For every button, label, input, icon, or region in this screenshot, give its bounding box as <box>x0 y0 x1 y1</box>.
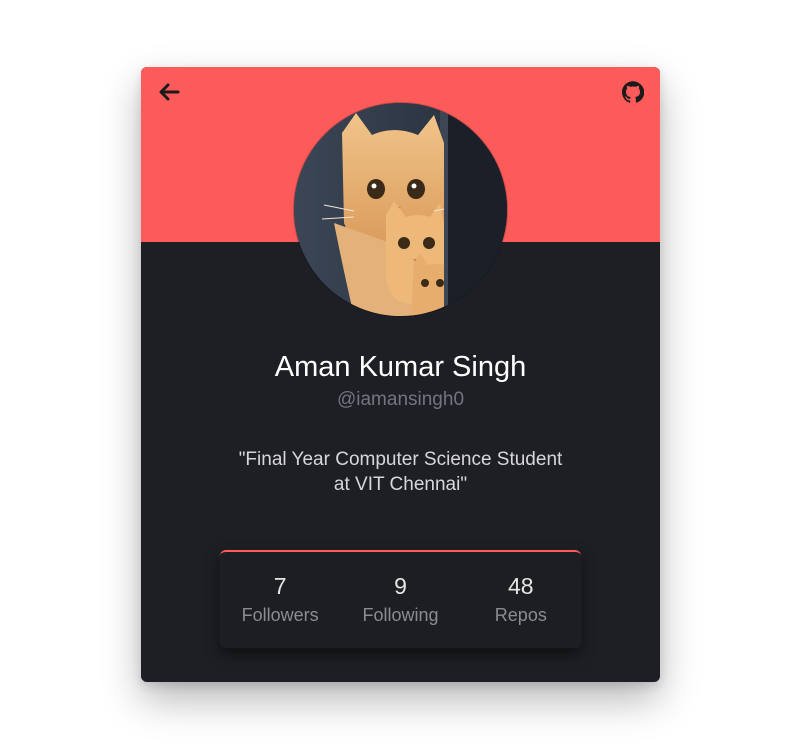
arrow-left-icon <box>159 83 180 101</box>
stat-value: 7 <box>273 573 287 599</box>
profile-card: Aman Kumar Singh @iamansingh0 "Final Yea… <box>141 67 660 682</box>
avatar <box>294 103 507 316</box>
profile-handle[interactable]: @iamansingh0 <box>141 387 660 413</box>
avatar-image <box>294 103 507 316</box>
stat-value: 9 <box>394 573 407 599</box>
stats-panel: 7 Followers 9 Following 48 Repos <box>220 550 581 648</box>
stat-value: 48 <box>508 573 534 599</box>
stat-repos[interactable]: 48 Repos <box>461 552 581 648</box>
stat-label: Followers <box>241 605 319 625</box>
profile-name: Aman Kumar Singh <box>274 351 527 383</box>
stat-label: Repos <box>494 605 547 625</box>
back-button[interactable] <box>159 81 181 103</box>
stat-followers[interactable]: 7 Followers <box>220 552 340 648</box>
profile-bio: "Final Year Computer Science Student at … <box>221 447 580 497</box>
bio-line: "Final Year Computer Science Student <box>238 449 563 470</box>
bio-line: at VIT Chennai" <box>333 474 468 495</box>
stat-label: Following <box>362 605 439 625</box>
github-button[interactable] <box>622 81 645 103</box>
stat-following[interactable]: 9 Following <box>340 552 460 648</box>
github-icon <box>622 81 645 103</box>
